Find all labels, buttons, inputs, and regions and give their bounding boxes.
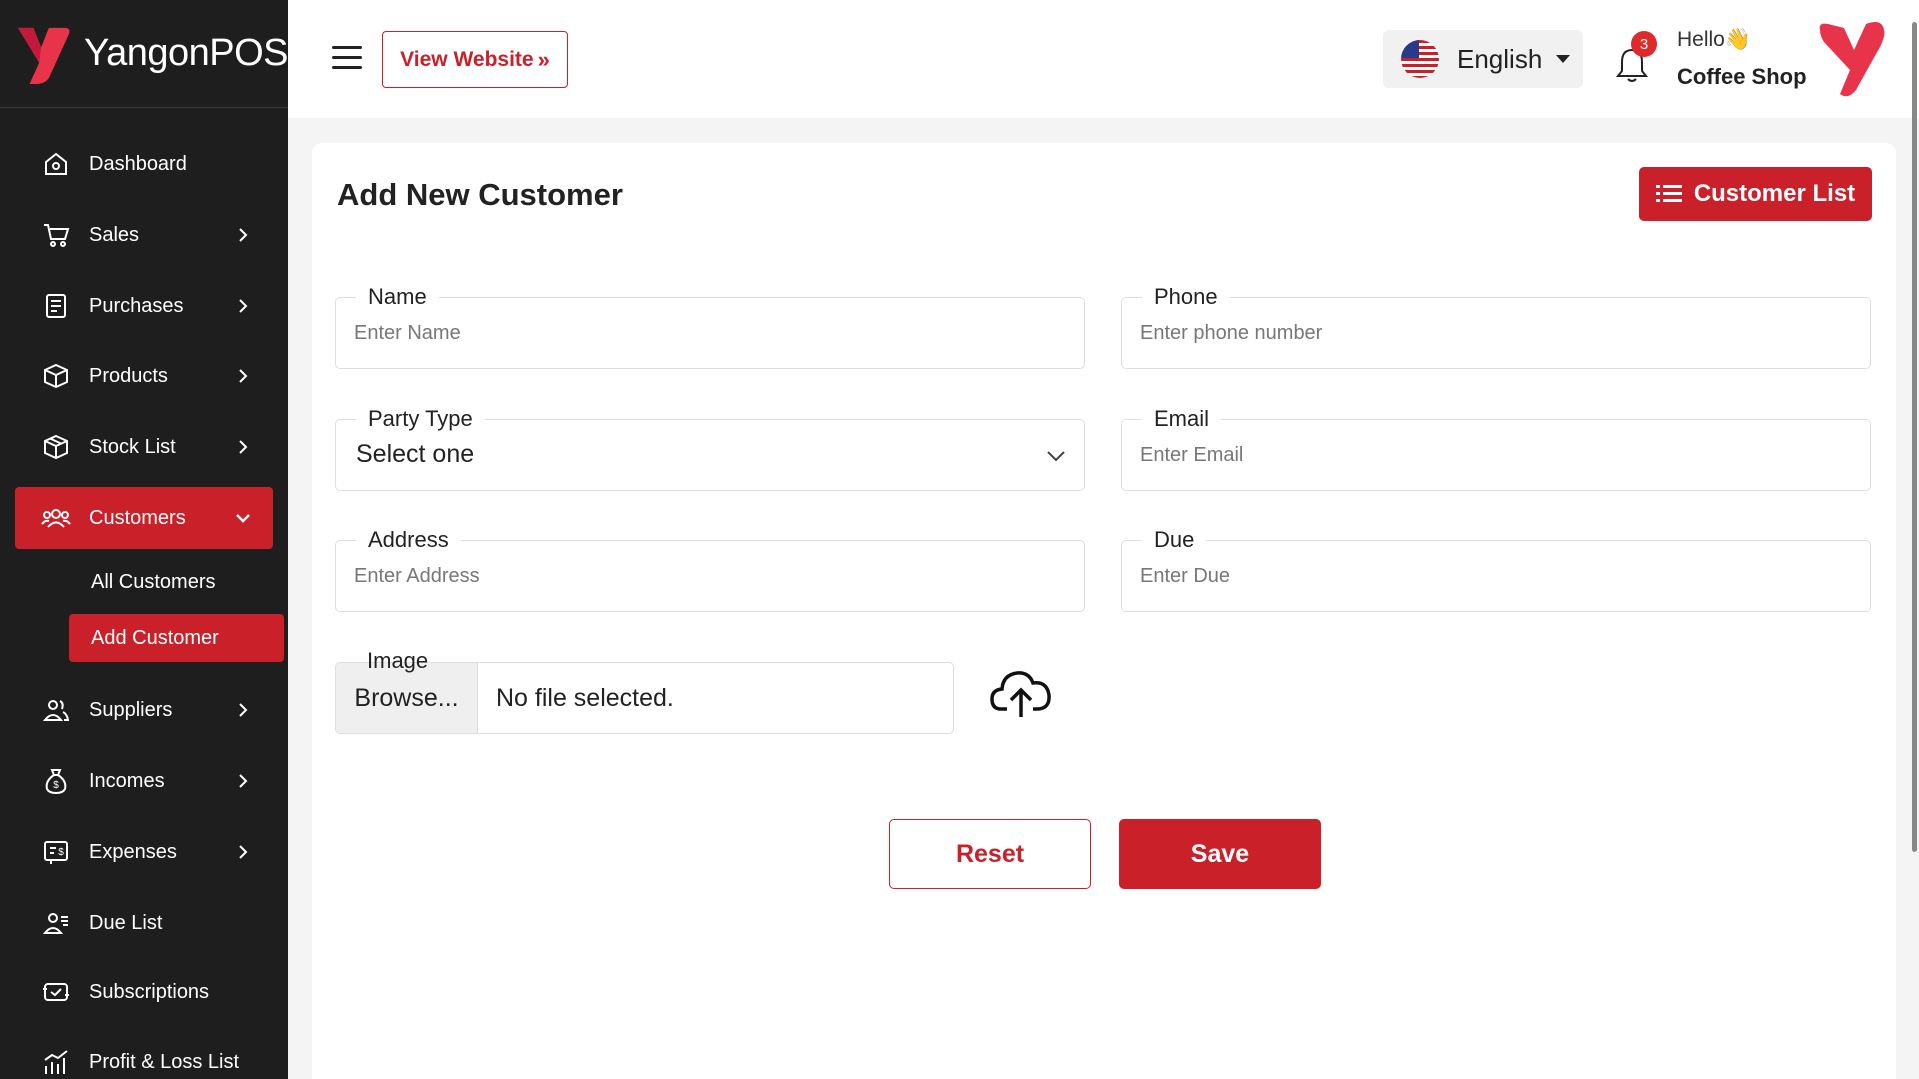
due-input[interactable] [1140,541,1852,611]
top-header: View Website » English 3 Hello👋 Coffee S… [288,0,1919,118]
sidebar-item-stock-list[interactable]: Stock List [15,416,273,478]
sidebar-item-label: Suppliers [89,698,173,721]
chevron-right-icon [239,369,248,383]
reset-button[interactable]: Reset [889,819,1091,889]
name-field: Name [335,284,1085,369]
address-input[interactable] [354,541,1066,611]
sidebar-item-due-list[interactable]: Due List [15,892,273,954]
bill-icon: $ [41,837,71,867]
chevron-right-icon [239,228,248,242]
home-icon [41,149,71,179]
sidebar-item-profit-loss-list[interactable]: Profit & Loss List [15,1031,273,1079]
double-chevron-right-icon: » [537,46,550,72]
chevron-right-icon [239,703,248,717]
sidebar-item-subscriptions[interactable]: Subscriptions [15,961,273,1023]
due-field: Due [1121,527,1871,612]
page-title: Add New Customer [337,177,623,212]
users-icon [41,503,71,533]
hamburger-menu-icon[interactable] [332,46,362,70]
scrollbar-thumb[interactable] [1912,22,1917,852]
sidebar: YangonPOS Dashboard Sales Purchases Prod… [0,0,288,1079]
brand-logo [17,27,70,84]
chevron-down-icon [1047,451,1065,462]
party-type-select[interactable]: Party Type Select one [335,406,1085,491]
sidebar-subitem-label: All Customers [91,570,216,593]
receipt-icon [41,291,71,321]
sidebar-item-incomes[interactable]: $ Incomes [15,750,273,812]
sidebar-item-dashboard[interactable]: Dashboard [15,133,273,195]
sidebar-subitem-label: Add Customer [91,626,219,649]
email-field: Email [1121,406,1871,491]
svg-text:$: $ [58,847,64,858]
view-website-label: View Website [400,47,534,71]
us-flag-icon [1401,40,1439,78]
add-customer-card: Add New Customer Customer List Name Phon… [312,143,1896,1079]
cart-icon [41,220,71,250]
chevron-right-icon [239,299,248,313]
sidebar-item-label: Expenses [89,840,177,863]
sidebar-subitem-all-customers[interactable]: All Customers [69,558,284,606]
sidebar-item-purchases[interactable]: Purchases [15,275,273,337]
brand[interactable]: YangonPOS [0,0,288,108]
sidebar-item-label: Sales [89,223,140,246]
sidebar-item-label: Profit & Loss List [89,1050,240,1073]
sidebar-item-label: Subscriptions [89,980,210,1003]
subscription-icon [41,977,71,1007]
sidebar-item-label: Incomes [89,769,165,792]
svg-text:$: $ [53,780,59,791]
sidebar-item-expenses[interactable]: $ Expenses [15,821,273,883]
package-icon [41,432,71,462]
party-type-label: Party Type [356,406,485,432]
party-type-value: Select one [356,440,475,468]
chevron-right-icon [239,440,248,454]
image-label: Image [367,648,429,673]
address-field: Address [335,527,1085,612]
sidebar-item-label: Stock List [89,435,176,458]
cloud-upload-icon[interactable] [989,665,1053,721]
file-status: No file selected. [496,683,674,712]
email-input[interactable] [1140,420,1852,490]
customer-list-button[interactable]: Customer List [1639,167,1872,221]
sidebar-subitem-add-customer[interactable]: Add Customer [69,614,284,662]
money-bag-icon: $ [41,766,71,796]
sidebar-item-customers[interactable]: Customers [15,487,273,549]
shop-name: Coffee Shop [1677,64,1807,89]
sidebar-item-label: Purchases [89,294,184,317]
sidebar-item-products[interactable]: Products [15,345,273,407]
chevron-right-icon [239,774,248,788]
brand-name: YangonPOS [84,32,288,74]
sidebar-item-label: Due List [89,911,163,934]
list-icon [1655,185,1682,202]
language-label: English [1457,43,1543,74]
caret-down-icon [1556,55,1571,63]
save-button[interactable]: Save [1119,819,1321,889]
sidebar-item-sales[interactable]: Sales [15,204,273,266]
avatar[interactable] [1816,20,1888,98]
phone-field: Phone [1121,284,1871,369]
notification-badge: 3 [1631,31,1657,57]
box-icon [41,361,71,391]
sidebar-nav: Dashboard Sales Purchases Products Stock… [0,108,288,1074]
chevron-right-icon [239,845,248,859]
chevron-down-icon [236,514,250,523]
user-list-icon [41,908,71,938]
sidebar-item-label: Customers [89,506,186,529]
view-website-button[interactable]: View Website » [382,31,568,88]
user-group-icon [41,695,71,725]
customer-list-label: Customer List [1693,180,1856,207]
greeting-text: Hello👋 [1677,28,1752,51]
sidebar-item-label: Dashboard [89,152,187,175]
sidebar-item-label: Products [89,364,168,387]
language-selector[interactable]: English [1383,30,1583,88]
name-input[interactable] [354,298,1066,368]
chart-icon [41,1047,71,1077]
phone-input[interactable] [1140,298,1852,368]
sidebar-item-suppliers[interactable]: Suppliers [15,679,273,741]
